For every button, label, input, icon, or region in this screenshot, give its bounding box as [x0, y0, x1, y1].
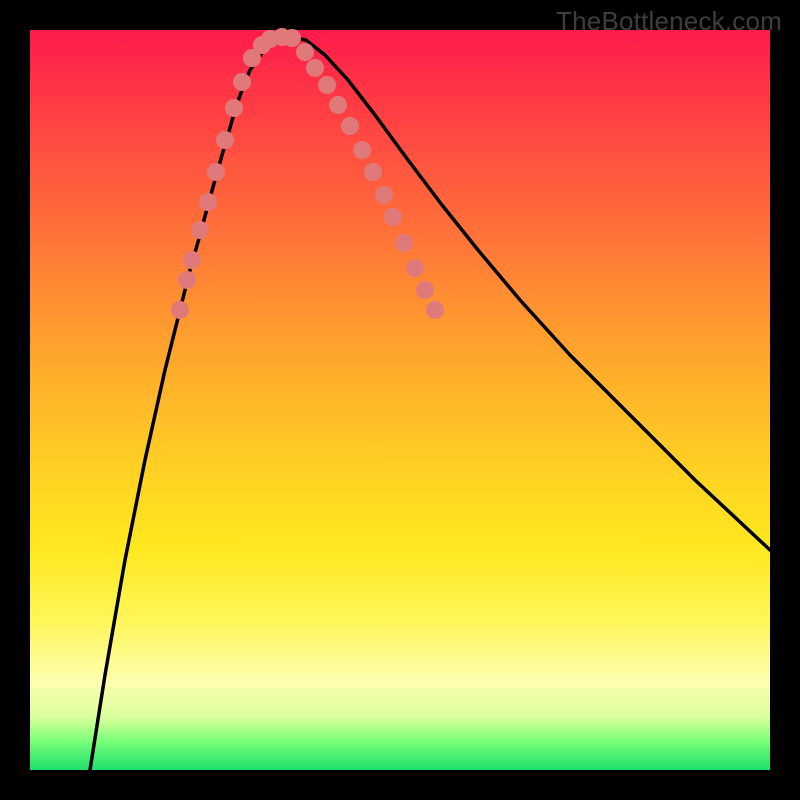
marker-dot: [191, 221, 209, 239]
marker-dot: [178, 271, 196, 289]
marker-dot: [375, 186, 393, 204]
marker-dot: [183, 251, 201, 269]
marker-dot: [199, 193, 217, 211]
chart-markers: [171, 28, 444, 319]
marker-dot: [225, 99, 243, 117]
marker-dot: [207, 163, 225, 181]
marker-dot: [216, 131, 234, 149]
marker-dot: [353, 141, 371, 159]
marker-dot: [406, 259, 424, 277]
marker-dot: [416, 281, 434, 299]
marker-dot: [426, 301, 444, 319]
chart-curve: [90, 37, 770, 770]
marker-dot: [283, 29, 301, 47]
watermark-text: TheBottleneck.com: [556, 6, 782, 37]
marker-dot: [329, 96, 347, 114]
marker-dot: [171, 301, 189, 319]
marker-dot: [364, 163, 382, 181]
marker-dot: [233, 73, 251, 91]
chart-frame: TheBottleneck.com: [0, 0, 800, 800]
marker-dot: [318, 76, 336, 94]
marker-dot: [296, 43, 314, 61]
marker-dot: [341, 117, 359, 135]
marker-dot: [384, 208, 402, 226]
marker-dot: [395, 234, 413, 252]
chart-svg: [30, 30, 770, 770]
marker-dot: [306, 59, 324, 77]
chart-plot-area: [30, 30, 770, 770]
